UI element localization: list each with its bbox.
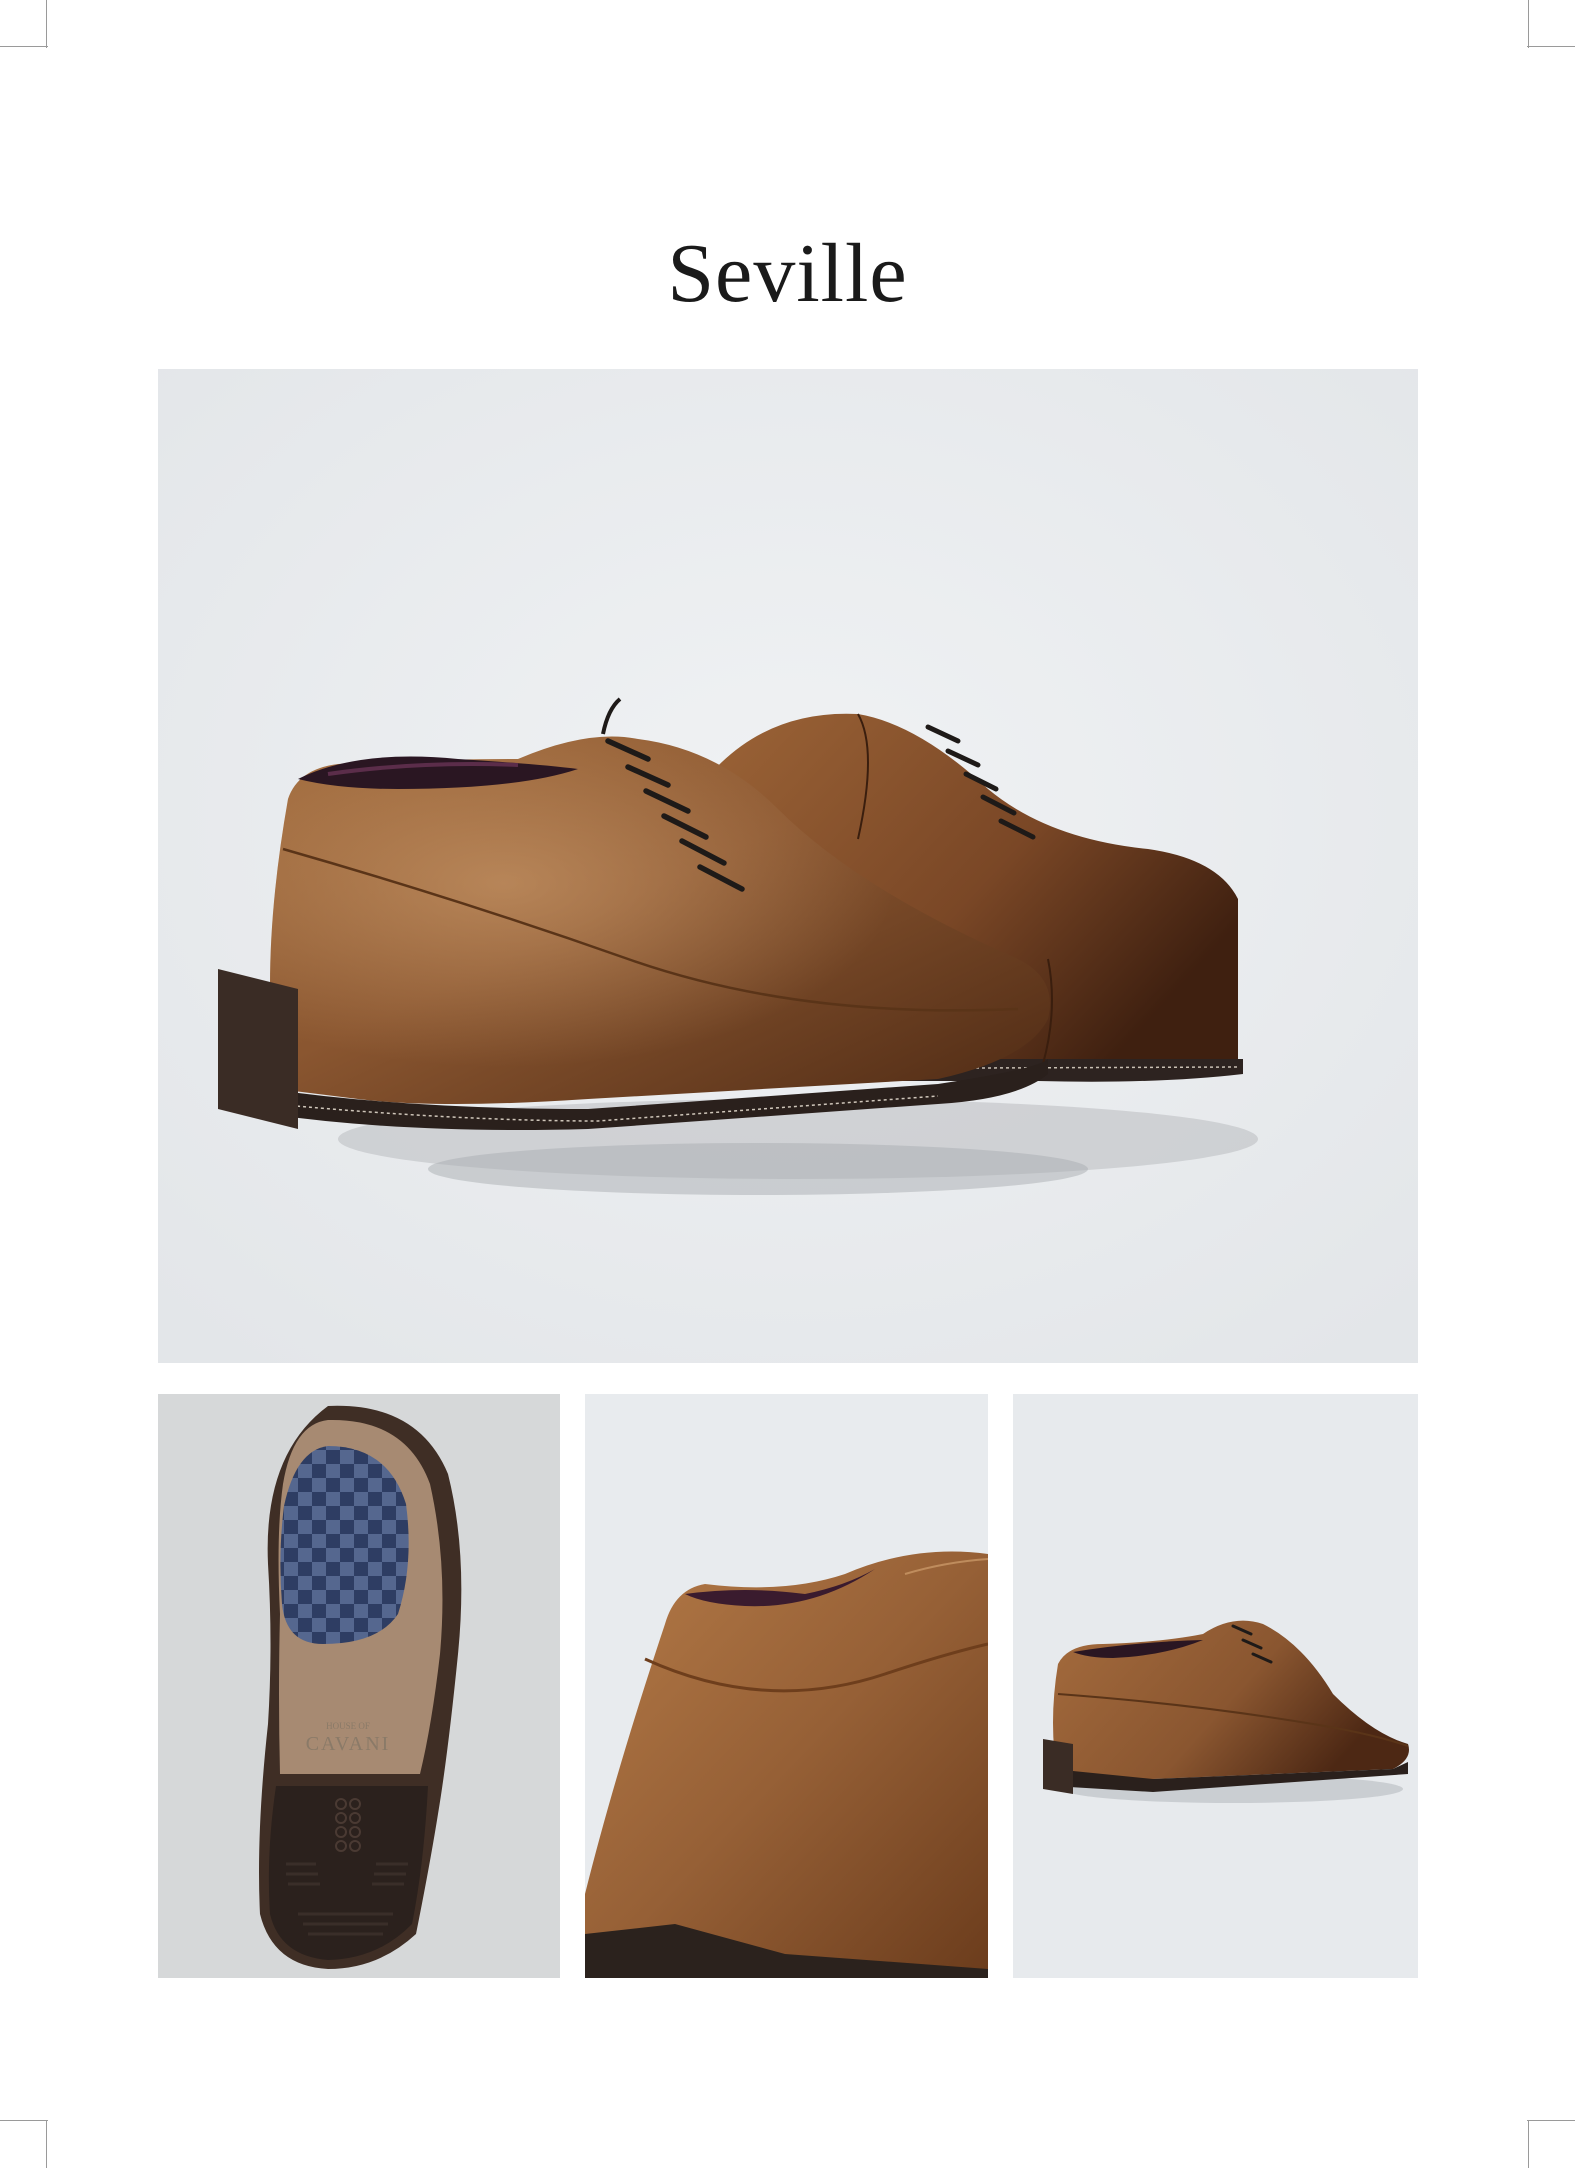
crop-mark-top-right <box>1527 46 1575 47</box>
shoe-side-image <box>1013 1394 1418 1978</box>
shoe-sole-image: HOUSE OF CAVANI <box>158 1394 560 1978</box>
shoe-heel-image <box>585 1394 988 1978</box>
crop-mark-top-right <box>1528 0 1529 48</box>
page-title: Seville <box>667 227 908 320</box>
sole-photo: HOUSE OF CAVANI <box>158 1394 560 1978</box>
shoe-pair-image <box>158 369 1418 1363</box>
crop-mark-bottom-right <box>1527 2120 1575 2121</box>
side-view-photo <box>1013 1394 1418 1978</box>
crop-mark-top-left <box>0 46 48 47</box>
crop-mark-bottom-left <box>0 2120 48 2121</box>
brand-top-text: HOUSE OF <box>326 1721 370 1731</box>
heel-closeup-photo <box>585 1394 988 1978</box>
brand-logo-text: CAVANI <box>306 1733 391 1755</box>
crop-mark-bottom-right <box>1528 2120 1529 2168</box>
hero-photo <box>158 369 1418 1363</box>
crop-mark-bottom-left <box>46 2120 47 2168</box>
crop-mark-top-left <box>46 0 47 48</box>
